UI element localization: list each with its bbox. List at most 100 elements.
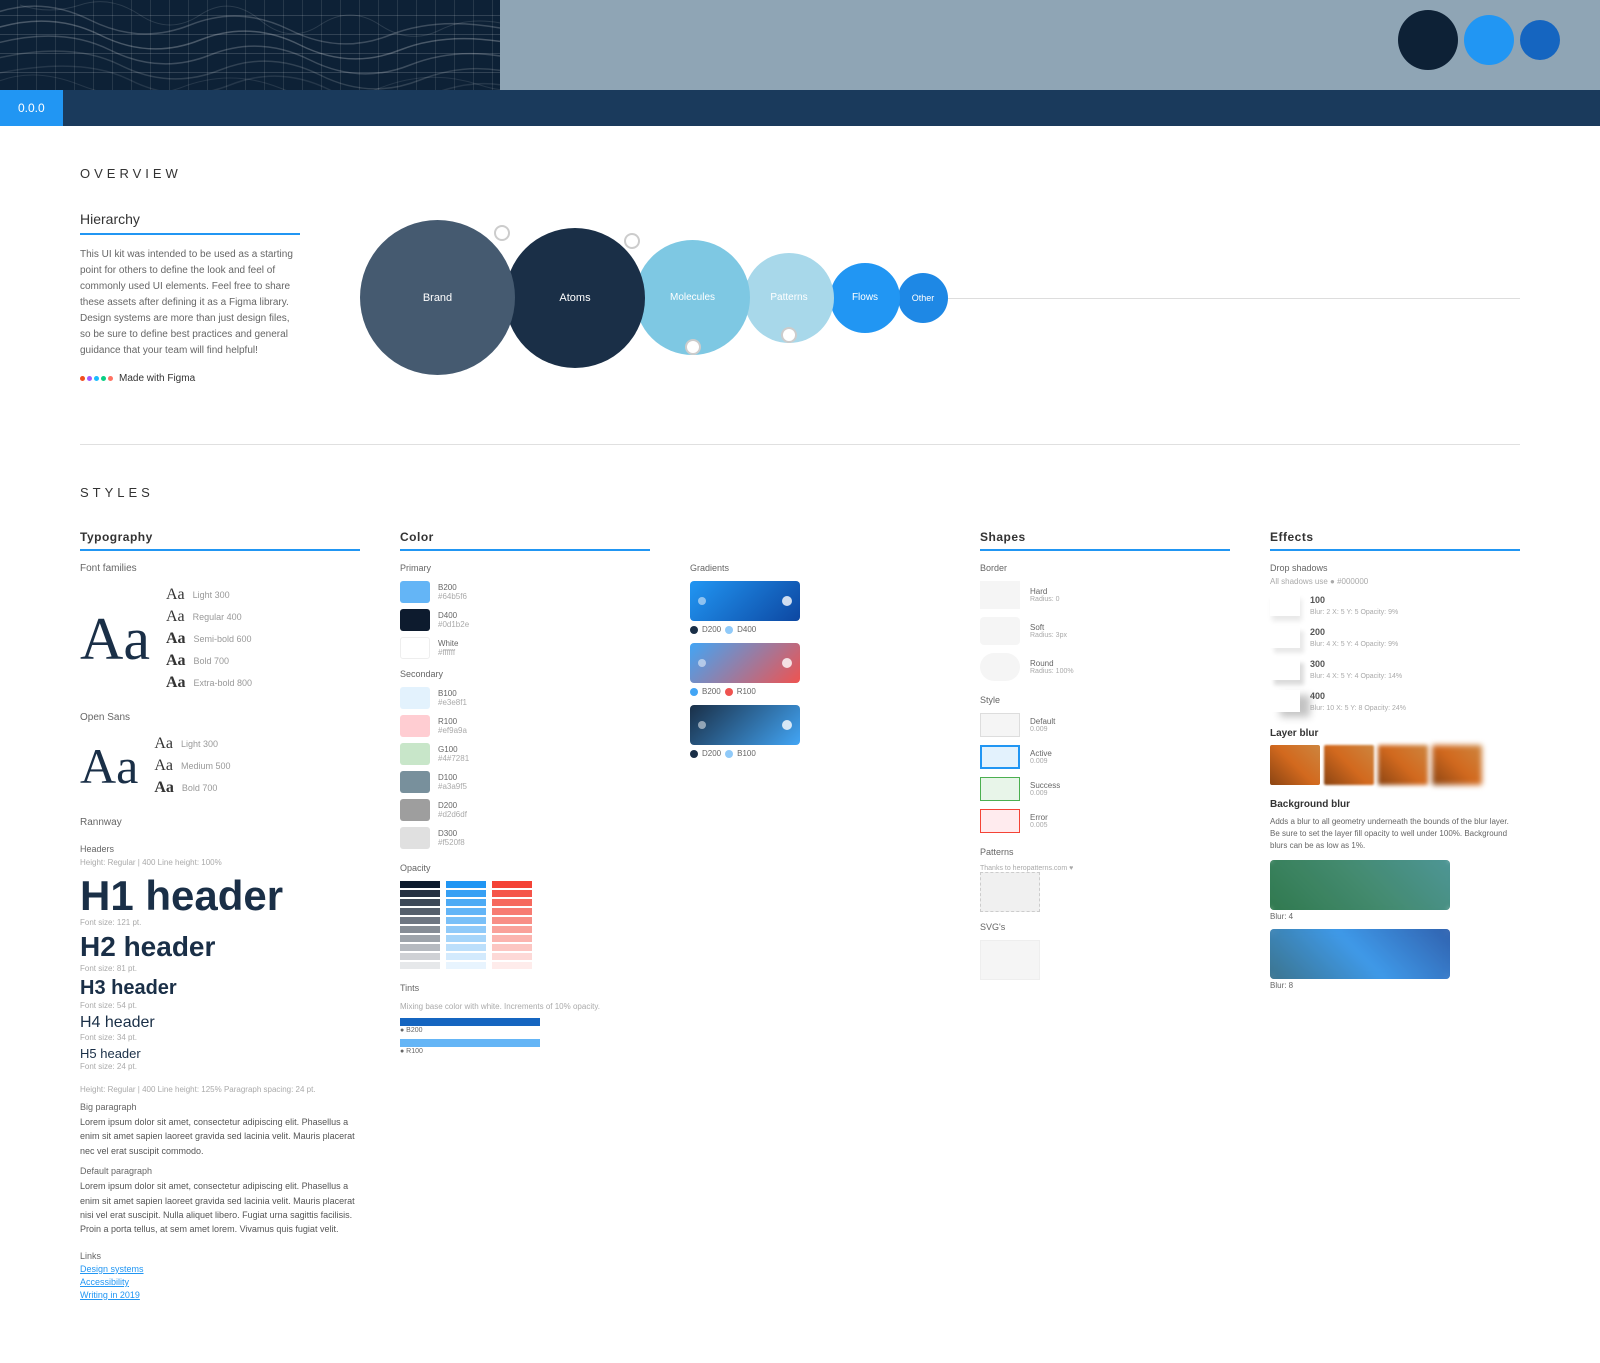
font-small-samples: Aa Light 300 Aa Regular 400 Aa Semi-bold… <box>166 586 252 692</box>
svgs-box <box>980 940 1040 980</box>
shape-soft: Soft Radius: 3px <box>980 617 1230 645</box>
opacity-bar <box>446 908 486 915</box>
para-meta: Height: Regular | 400 Line height: 125% … <box>80 1085 360 1094</box>
overview-section: OVERVIEW Hierarchy This UI kit was inten… <box>80 166 1520 384</box>
font-sample-medium2: Aa Medium 500 <box>154 757 230 775</box>
gradient-2 <box>690 643 800 683</box>
opacity-bar <box>492 962 532 969</box>
circle-molecules: Molecules <box>635 240 750 355</box>
opacity-bar <box>400 881 440 888</box>
blur-image-2 <box>1324 745 1374 785</box>
opacity-bars-container <box>400 881 650 969</box>
swatch-name: D400 <box>438 611 469 620</box>
styles-grid: Typography Font families Aa Aa Light 300… <box>80 530 1520 1303</box>
patterns-label: Patterns <box>980 847 1230 857</box>
font-sample-bold2: Aa Bold 700 <box>154 779 230 797</box>
swatch-white: White #ffffff <box>400 637 650 659</box>
style-error-box <box>980 809 1020 833</box>
decorative-circle-dark <box>1398 10 1458 70</box>
bg-blur-images: Blur: 4 Blur: 8 <box>1270 860 1520 990</box>
opacity-bar <box>492 953 532 960</box>
opacity-bar <box>446 926 486 933</box>
gradient-dot-right <box>782 658 792 668</box>
patterns-meta: Thanks to heropatterns.com ♥ <box>980 865 1230 872</box>
opacity-blue-bars <box>446 881 486 969</box>
h1-sample: H1 header <box>80 875 360 917</box>
swatch-hex: #64b5f6 <box>438 592 467 601</box>
shadow-400: 400 Blur: 10 X: 5 Y: 8 Opacity: 24% <box>1270 690 1520 714</box>
shapes-title: Shapes <box>980 530 1230 551</box>
links-section: Links Design systems Accessibility Writi… <box>80 1251 360 1300</box>
opacity-section: Opacity <box>400 863 650 969</box>
opacity-bar <box>400 899 440 906</box>
headers-meta: Height: Regular | 400 Line height: 100% <box>80 858 360 867</box>
style-active: Active 0.009 <box>980 745 1230 769</box>
opacity-bar <box>446 917 486 924</box>
h5-note: Font size: 24 pt. <box>80 1062 360 1071</box>
link-accessibility[interactable]: Accessibility <box>80 1277 360 1287</box>
shadow-box-300 <box>1270 658 1300 680</box>
circle-dot <box>685 339 701 355</box>
swatch-box-d400 <box>400 609 430 631</box>
effects-title: Effects <box>1270 530 1520 551</box>
color-title: Color <box>400 530 650 551</box>
h3-note: Font size: 54 pt. <box>80 1001 360 1010</box>
opacity-label: Opacity <box>400 863 650 873</box>
made-with-figma: Made with Figma <box>80 373 300 384</box>
circle-other: Other <box>898 273 948 323</box>
swatch-name: G100 <box>438 745 469 754</box>
swatch-box <box>400 771 430 793</box>
swatch-hex: #f520f8 <box>438 838 465 847</box>
typography-column: Typography Font families Aa Aa Light 300… <box>80 530 360 1303</box>
links-label: Links <box>80 1251 360 1261</box>
section-divider <box>80 444 1520 445</box>
circle-patterns: Patterns <box>744 253 834 343</box>
swatch-hex: #ef9a9a <box>438 726 467 735</box>
big-paragraph-text: Lorem ipsum dolor sit amet, consectetur … <box>80 1115 360 1158</box>
shadow-300: 300 Blur: 4 X: 5 Y: 4 Opacity: 14% <box>1270 658 1520 682</box>
link-design-systems[interactable]: Design systems <box>80 1264 360 1274</box>
decorative-circle-blue2 <box>1520 20 1560 60</box>
patterns-box <box>980 872 1040 912</box>
style-section: Style Default 0.009 Active 0.009 <box>980 695 1230 833</box>
bg-blur-row-1: Blur: 4 <box>1270 860 1520 921</box>
circle-atoms: Atoms <box>505 228 645 368</box>
gradient-dot-left <box>698 659 706 667</box>
swatch-b200: B200 #64b5f6 <box>400 581 650 603</box>
swatch-hex: #ffffff <box>438 648 458 657</box>
style-error: Error 0.005 <box>980 809 1230 833</box>
circle-dot <box>781 327 797 343</box>
overview-title: OVERVIEW <box>80 166 1520 181</box>
circle-flows: Flows <box>830 263 900 333</box>
legend-dot <box>725 626 733 634</box>
styles-section: STYLES Typography Font families Aa Aa Li… <box>80 485 1520 1303</box>
border-label: Border <box>980 563 1230 573</box>
font-sample-bold: Aa Bold 700 <box>166 652 252 670</box>
background-blur-section: Background blur Adds a blur to all geome… <box>1270 799 1520 990</box>
decorative-circle-blue <box>1464 15 1514 65</box>
opacity-bar <box>446 935 486 942</box>
shadow-200: 200 Blur: 4 X: 5 Y: 4 Opacity: 9% <box>1270 626 1520 650</box>
h2-sample: H2 header <box>80 931 360 963</box>
shapes-column: Shapes Border Hard Radius: 0 <box>980 530 1230 1303</box>
swatch-r100: R100 #ef9a9a <box>400 715 650 737</box>
gradients-column: Gradients D200 D4 <box>690 530 940 1303</box>
h4-note: Font size: 34 pt. <box>80 1033 360 1042</box>
opacity-bar <box>446 962 486 969</box>
link-writing[interactable]: Writing in 2019 <box>80 1290 360 1300</box>
opacity-dark-bars <box>400 881 440 969</box>
opacity-bar <box>492 935 532 942</box>
decorative-circles <box>1398 10 1560 70</box>
shadow-box-200 <box>1270 626 1300 648</box>
opacity-bar <box>492 890 532 897</box>
swatch-box <box>400 715 430 737</box>
bg-blur-row-2: Blur: 8 <box>1270 929 1520 990</box>
swatch-name: D200 <box>438 801 467 810</box>
effects-column: Effects Drop shadows All shadows use ● #… <box>1270 530 1520 1303</box>
paragraph-section: Height: Regular | 400 Line height: 125% … <box>80 1085 360 1237</box>
opacity-bar <box>492 881 532 888</box>
primary-swatches: B200 #64b5f6 D400 #0d1b2e <box>400 581 650 659</box>
secondary-label: Secondary <box>400 669 650 679</box>
layer-blur-section: Layer blur <box>1270 728 1520 785</box>
swatch-box-white <box>400 637 430 659</box>
